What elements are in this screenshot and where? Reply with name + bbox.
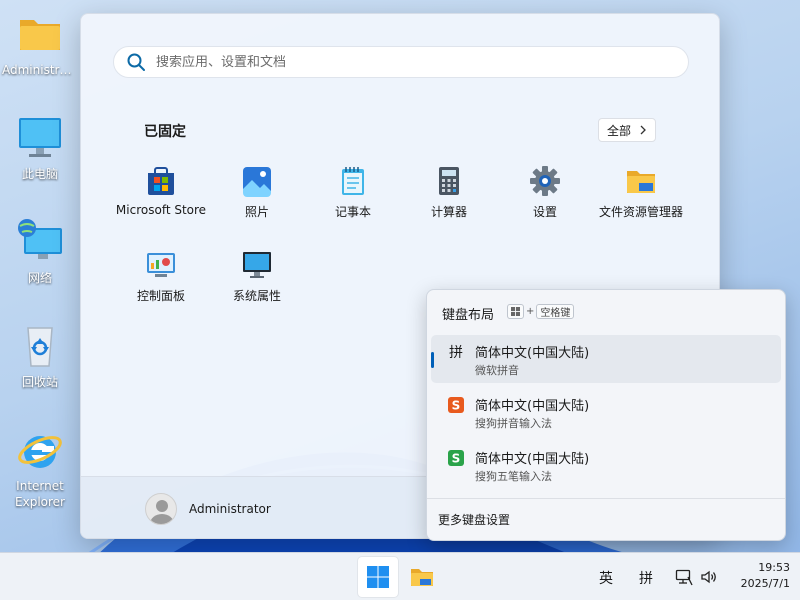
volume-icon[interactable] — [700, 568, 718, 586]
desktop-icon-recycle-bin[interactable]: 回收站 — [0, 322, 80, 390]
layout-language: 简体中文(中国大陆) — [475, 399, 590, 414]
app-label: 文件资源管理器 — [598, 205, 683, 219]
layout-ime-name: 搜狗五笔输入法 — [475, 470, 552, 483]
app-label: 控制面板 — [136, 289, 185, 303]
pinned-app-system-properties[interactable]: 系统属性 — [209, 239, 305, 319]
clock-time: 19:53 — [758, 561, 790, 574]
app-label: 计算器 — [430, 205, 467, 219]
desktop-icon-label: 此电脑 — [21, 167, 58, 181]
pinned-app-microsoft-store[interactable]: Microsoft Store — [113, 155, 209, 235]
control-panel-icon — [145, 249, 177, 281]
sogou-pinyin-icon: S — [447, 396, 465, 414]
windows-logo-icon — [367, 566, 389, 588]
shortcut-plus: + — [526, 306, 535, 317]
svg-text:S: S — [452, 452, 461, 466]
network-icon — [16, 218, 64, 266]
taskbar-clock[interactable]: 19:53 2025/7/1 — [741, 560, 790, 592]
calculator-icon — [433, 165, 465, 197]
pinned-app-notepad[interactable]: 记事本 — [305, 155, 401, 235]
keyboard-layout-item-microsoft-pinyin[interactable]: 拼 简体中文(中国大陆) 微软拼音 — [431, 335, 781, 383]
desktop-icon-label: Internet Explorer — [15, 479, 65, 509]
user-name[interactable]: Administrator — [189, 502, 271, 516]
layout-language: 简体中文(中国大陆) — [475, 452, 590, 467]
taskbar-file-explorer[interactable] — [402, 557, 442, 597]
store-icon — [145, 165, 177, 197]
gear-icon — [529, 165, 561, 197]
all-apps-label: 全部 — [606, 123, 631, 138]
ime-mode-indicator[interactable]: 拼 — [639, 568, 653, 588]
pinyin-icon: 拼 — [449, 345, 463, 361]
search-icon — [127, 53, 145, 71]
app-label: 系统属性 — [232, 289, 281, 303]
pinned-app-settings[interactable]: 设置 — [497, 155, 593, 235]
input-language-indicator[interactable]: 英 — [599, 568, 613, 588]
clock-date: 2025/7/1 — [740, 577, 790, 590]
more-keyboard-settings-link[interactable]: 更多键盘设置 — [427, 498, 785, 541]
pinned-app-control-panel[interactable]: 控制面板 — [113, 239, 209, 319]
monitor-icon — [241, 249, 273, 281]
internet-explorer-icon — [16, 426, 64, 474]
pinned-app-photos[interactable]: 照片 — [209, 155, 305, 235]
search-box[interactable] — [113, 46, 689, 78]
flyout-title: 键盘布局 — [442, 308, 495, 323]
keyboard-layout-item-sogou-pinyin[interactable]: S 简体中文(中国大陆) 搜狗拼音输入法 — [431, 388, 781, 436]
pinned-app-calculator[interactable]: 计算器 — [401, 155, 497, 235]
folder-icon — [16, 10, 64, 58]
folder-icon — [625, 165, 657, 197]
taskbar: 英 拼 19:53 2025/7/1 — [0, 552, 800, 600]
desktop-icon-label: 网络 — [27, 271, 52, 285]
app-label: Microsoft Store — [115, 203, 207, 217]
recycle-bin-icon — [16, 322, 64, 370]
photos-icon — [241, 165, 273, 197]
desktop-icon-label: 回收站 — [21, 375, 58, 389]
desktop-icon-label: Administra... — [2, 63, 79, 77]
desktop-icon-network[interactable]: 网络 — [0, 218, 80, 286]
user-icon — [150, 500, 174, 524]
all-apps-button[interactable]: 全部 — [598, 118, 656, 142]
search-input[interactable] — [156, 54, 688, 70]
svg-text:S: S — [452, 399, 461, 413]
layout-ime-name: 微软拼音 — [475, 364, 519, 377]
start-button[interactable] — [358, 557, 398, 597]
flyout-shortcut-hint: + 空格键 — [507, 304, 575, 319]
keyboard-layout-item-sogou-wubi[interactable]: S 简体中文(中国大陆) 搜狗五笔输入法 — [431, 441, 781, 489]
layout-ime-name: 搜狗拼音输入法 — [475, 417, 552, 430]
desktop-icon-ie[interactable]: Internet Explorer — [0, 426, 80, 510]
folder-icon — [411, 569, 433, 586]
selection-indicator — [431, 352, 434, 368]
windows-key-icon — [507, 304, 524, 319]
pinned-title: 已固定 — [144, 124, 186, 140]
avatar[interactable] — [145, 493, 177, 525]
app-label: 记事本 — [334, 205, 371, 219]
computer-icon — [16, 114, 64, 162]
app-label: 设置 — [532, 205, 557, 219]
network-status-icon[interactable] — [675, 568, 693, 586]
app-label: 照片 — [244, 205, 269, 219]
desktop-icon-user-folder[interactable]: Administra... — [0, 10, 80, 78]
notepad-icon — [337, 165, 369, 197]
chevron-right-icon — [640, 125, 646, 135]
sogou-wubi-icon: S — [447, 449, 465, 467]
keyboard-layout-flyout: 键盘布局 + 空格键 拼 简体中文(中国大陆) 微软拼音 S 简体中文(中国大陆… — [426, 289, 786, 541]
space-key: 空格键 — [536, 304, 575, 319]
pinned-app-file-explorer[interactable]: 文件资源管理器 — [589, 155, 693, 235]
desktop-icon-this-pc[interactable]: 此电脑 — [0, 114, 80, 182]
layout-language: 简体中文(中国大陆) — [475, 346, 590, 361]
